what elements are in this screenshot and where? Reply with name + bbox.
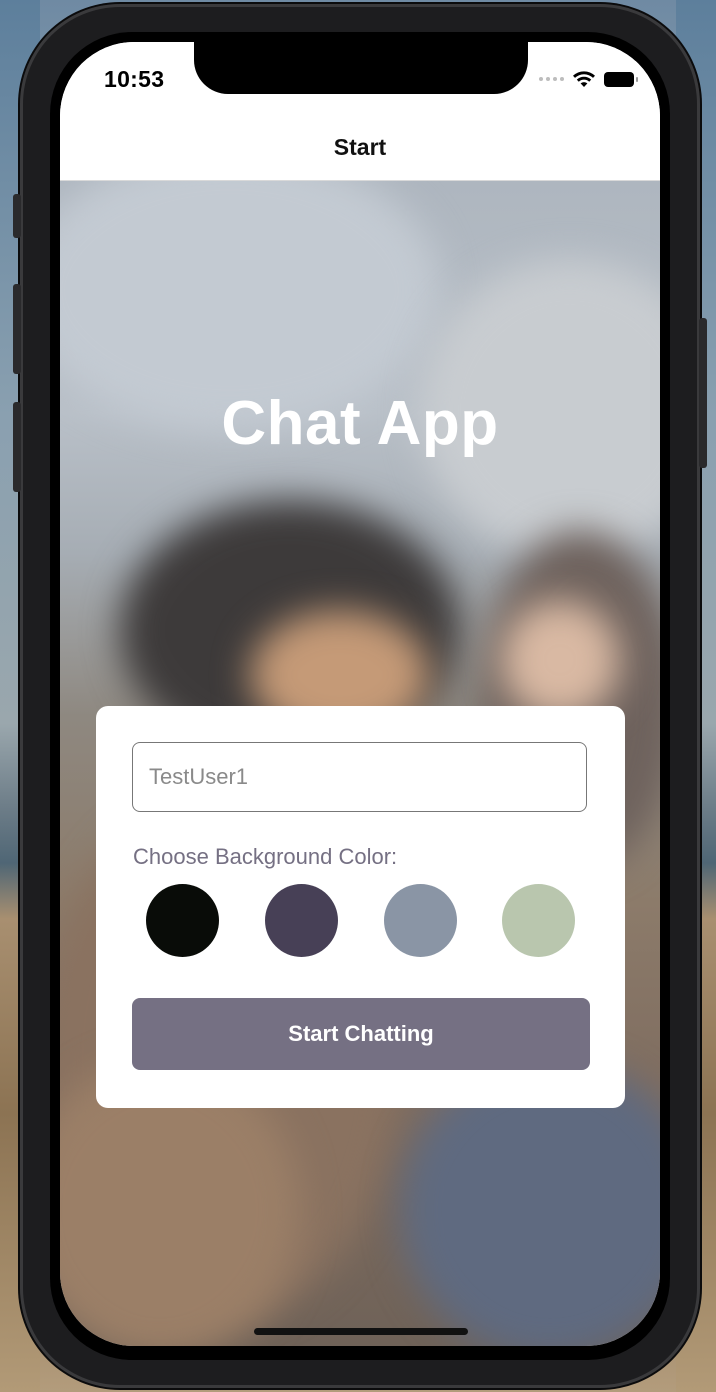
volume-down-button [13,402,21,492]
color-label: Choose Background Color: [133,844,398,869]
notch [194,42,528,94]
cellular-dots-icon [539,77,564,81]
status-icons [539,70,638,88]
phone-screen: Chat App Choose Background Color: Start … [60,42,660,1346]
name-input[interactable] [132,742,587,812]
home-indicator[interactable] [254,1328,468,1335]
color-swatch-purple[interactable] [265,884,338,957]
phone-frame: Chat App Choose Background Color: Start … [13,4,707,1388]
power-button [699,318,707,468]
status-bar: 10:53 [60,42,660,122]
login-card: Choose Background Color: Start Chatting [96,706,625,1108]
status-time: 10:53 [104,66,165,92]
app-title: Chat App [221,389,499,458]
color-swatch-green[interactable] [502,884,575,957]
battery-icon [604,71,638,87]
silent-switch [13,194,21,238]
color-swatch-black[interactable] [146,884,219,957]
start-chatting-button[interactable]: Start Chatting [132,998,590,1070]
nav-title: Start [333,134,387,160]
color-swatch-group [146,884,576,958]
hero-background-image: Chat App Choose Background Color: Start … [60,180,660,1346]
wifi-icon [573,71,595,87]
color-swatch-grey-blue[interactable] [384,884,457,957]
volume-up-button [13,284,21,374]
navigation-bar: Start [60,122,660,181]
